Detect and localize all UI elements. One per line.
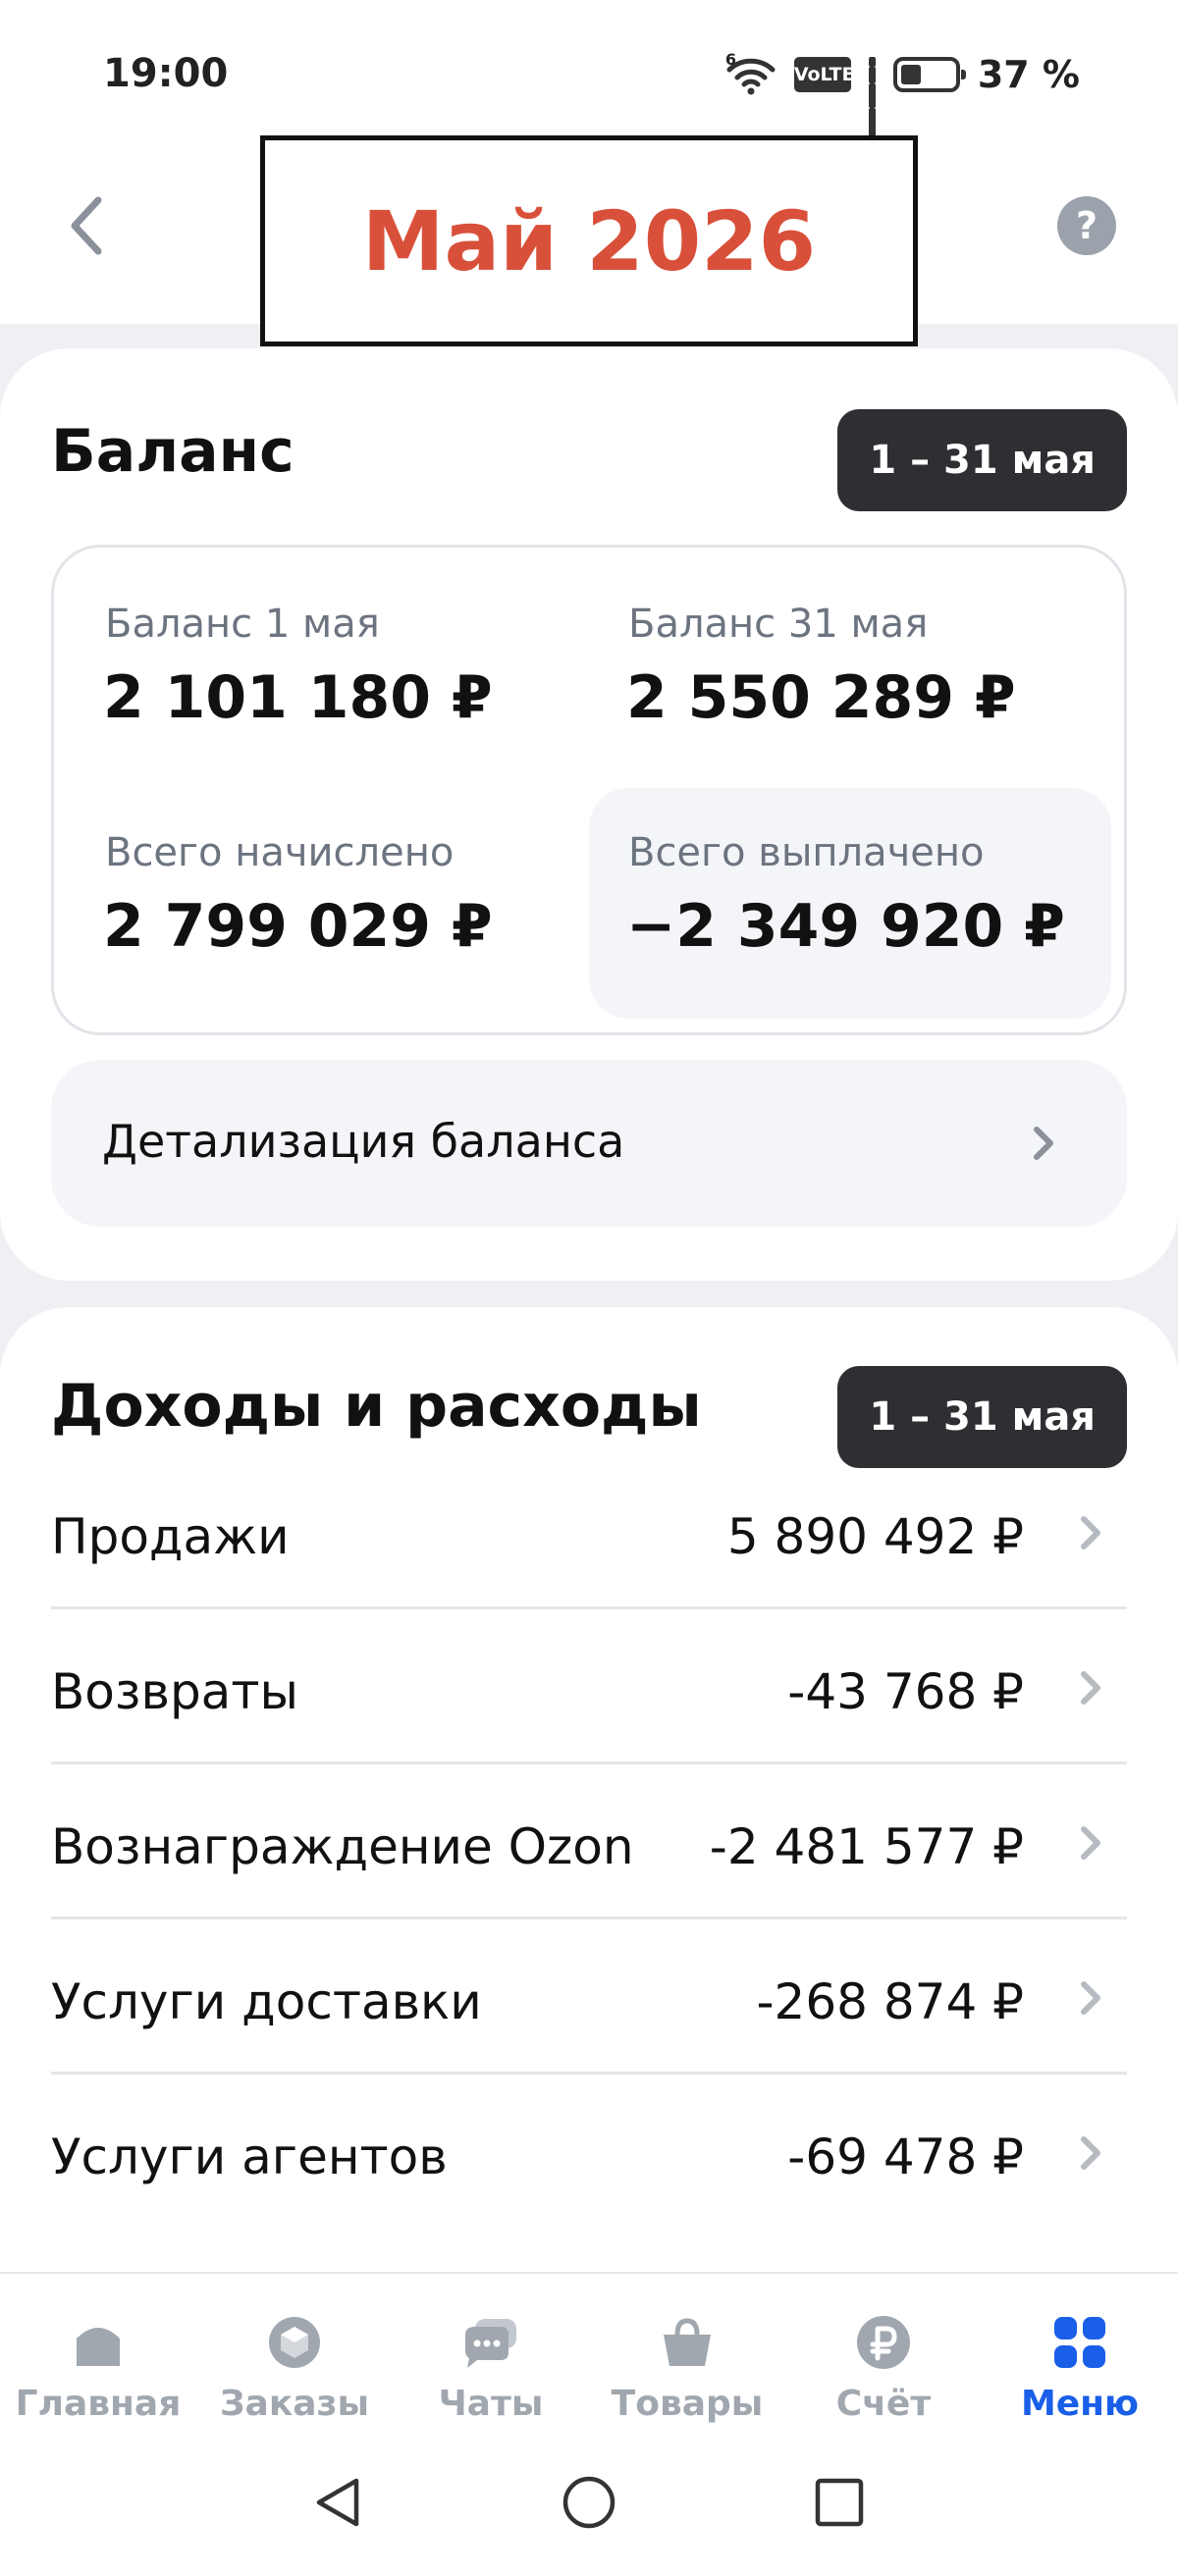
chevron-right-icon xyxy=(1081,1981,1100,2015)
balance-end-cell: Баланс 31 мая 2 550 289 ₽ xyxy=(577,548,1098,773)
nav-label: Главная xyxy=(15,2384,182,2424)
chevron-right-icon xyxy=(1034,1127,1053,1160)
total-paid-label: Всего выплачено xyxy=(628,830,985,875)
nav-label: Чаты xyxy=(438,2384,544,2424)
circle-home-icon[interactable] xyxy=(560,2473,618,2532)
balance-start-label: Баланс 1 мая xyxy=(105,602,380,647)
page-title-box: Май 2026 xyxy=(260,135,918,346)
signal-icon xyxy=(868,57,876,143)
total-paid-cell[interactable]: Всего выплачено −2 349 920 ₽ xyxy=(589,788,1111,1019)
balance-period-button[interactable]: 1 – 31 мая xyxy=(837,409,1127,511)
row-label: Услуги агентов xyxy=(51,2129,448,2185)
balance-end-label: Баланс 31 мая xyxy=(628,602,929,647)
battery-icon xyxy=(892,57,966,92)
balance-end-value: 2 550 289 ₽ xyxy=(626,663,1016,732)
network-gen-label: 6 xyxy=(724,50,736,69)
question-icon: ? xyxy=(1075,204,1098,247)
balance-detail-link[interactable]: Детализация баланса xyxy=(51,1060,1127,1227)
row-amount: -2 481 577 ₽ xyxy=(709,1818,1024,1875)
nav-orders[interactable]: Заказы xyxy=(196,2274,393,2434)
top-header: Май 2026 ? xyxy=(0,135,1178,346)
bottom-nav: Главная Заказы Чаты Товары Счёт Меню xyxy=(0,2272,1178,2434)
nav-label: Заказы xyxy=(219,2384,370,2424)
back-button[interactable] xyxy=(57,186,116,265)
income-list: Продажи 5 890 492 ₽ Возвраты -43 768 ₽ В… xyxy=(51,1454,1127,2230)
battery-percent: 37 % xyxy=(977,53,1080,96)
chat-icon xyxy=(465,2319,516,2368)
list-item-returns[interactable]: Возвраты -43 768 ₽ xyxy=(51,1609,1127,1764)
box-icon xyxy=(269,2317,320,2368)
chevron-right-icon xyxy=(1081,2136,1100,2170)
nav-label: Товары xyxy=(611,2384,764,2424)
page-title: Май 2026 xyxy=(361,192,817,289)
list-item-sales[interactable]: Продажи 5 890 492 ₽ xyxy=(51,1454,1127,1609)
nav-account[interactable]: Счёт xyxy=(785,2274,982,2434)
balance-summary: Баланс 1 мая 2 101 180 ₽ Баланс 31 мая 2… xyxy=(51,545,1127,1035)
row-label: Услуги доставки xyxy=(51,1973,482,2030)
balance-start-cell: Баланс 1 мая 2 101 180 ₽ xyxy=(54,548,574,773)
chevron-right-icon xyxy=(1081,1826,1100,1860)
total-accrued-cell: Всего начислено 2 799 029 ₽ xyxy=(54,776,574,1002)
status-bar: 19:00 6 VoLTE 37 % xyxy=(0,0,1178,147)
nav-label: Меню xyxy=(1020,2384,1140,2424)
wifi-icon: 6 xyxy=(725,50,776,95)
app-root: 19:00 6 VoLTE 37 % Май 2026 ? Баланс 1 –… xyxy=(0,0,1178,2576)
balance-start-value: 2 101 180 ₽ xyxy=(103,663,493,732)
grid-icon xyxy=(1054,2317,1105,2368)
home-icon xyxy=(77,2328,120,2366)
help-button[interactable]: ? xyxy=(1057,196,1116,255)
triangle-back-icon[interactable] xyxy=(309,2473,368,2532)
list-item-agents[interactable]: Услуги агентов -69 478 ₽ xyxy=(51,2075,1127,2230)
row-amount: 5 890 492 ₽ xyxy=(726,1508,1024,1565)
row-label: Продажи xyxy=(51,1508,290,1565)
list-item-delivery[interactable]: Услуги доставки -268 874 ₽ xyxy=(51,1919,1127,2075)
bag-icon xyxy=(664,2318,711,2366)
ruble-icon xyxy=(857,2316,910,2369)
nav-products[interactable]: Товары xyxy=(589,2274,785,2434)
square-recents-icon[interactable] xyxy=(810,2473,869,2532)
row-label: Возвраты xyxy=(51,1663,298,1720)
nav-menu[interactable]: Меню xyxy=(982,2274,1178,2434)
income-title: Доходы и расходы xyxy=(51,1372,702,1441)
income-period-button[interactable]: 1 – 31 мая xyxy=(837,1366,1127,1468)
list-item-ozon-fee[interactable]: Вознаграждение Ozon -2 481 577 ₽ xyxy=(51,1764,1127,1919)
total-accrued-value: 2 799 029 ₽ xyxy=(103,892,493,961)
volte-badge: VoLTE xyxy=(793,57,854,92)
nav-chats[interactable]: Чаты xyxy=(393,2274,589,2434)
nav-home[interactable]: Главная xyxy=(0,2274,196,2434)
chevron-right-icon xyxy=(1081,1671,1100,1705)
total-paid-value: −2 349 920 ₽ xyxy=(626,892,1065,961)
row-amount: -268 874 ₽ xyxy=(756,1973,1024,2030)
chevron-right-icon xyxy=(1081,1516,1100,1550)
income-expenses-card: Доходы и расходы 1 – 31 мая Продажи 5 89… xyxy=(0,1307,1178,2288)
chevron-left-icon xyxy=(71,196,102,255)
nav-label: Счёт xyxy=(835,2384,932,2424)
system-nav-bar xyxy=(0,2434,1178,2576)
row-label: Вознаграждение Ozon xyxy=(51,1818,634,1875)
status-time: 19:00 xyxy=(103,51,229,96)
total-accrued-label: Всего начислено xyxy=(105,830,455,875)
row-amount: -43 768 ₽ xyxy=(787,1663,1024,1720)
balance-card: Баланс 1 – 31 мая Баланс 1 мая 2 101 180… xyxy=(0,348,1178,1281)
status-icons: 6 VoLTE 37 % xyxy=(725,50,1080,143)
balance-title: Баланс xyxy=(51,417,294,486)
balance-detail-label: Детализация баланса xyxy=(102,1115,625,1168)
row-amount: -69 478 ₽ xyxy=(787,2129,1024,2185)
